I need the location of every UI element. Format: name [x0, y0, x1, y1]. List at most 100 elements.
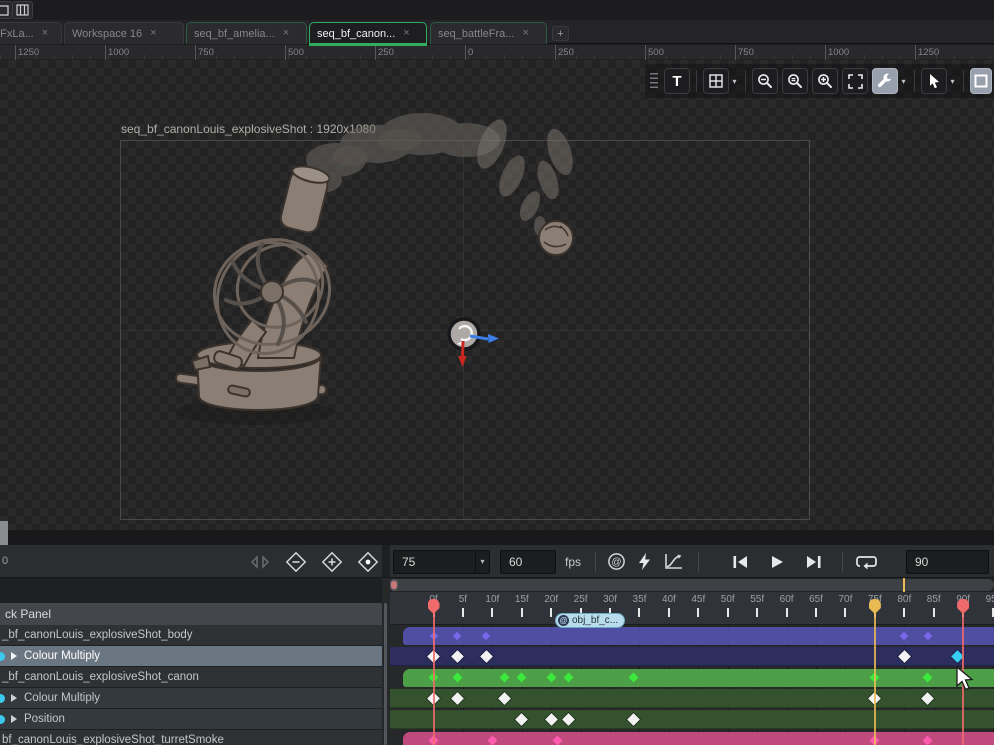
- workspace-layout-button[interactable]: [12, 1, 33, 19]
- panel-resize-handle[interactable]: [0, 521, 8, 545]
- zoom-reset-button[interactable]: [782, 68, 808, 94]
- set-key-icon: [357, 551, 379, 573]
- frame-box-icon: [974, 74, 988, 88]
- range-end-field[interactable]: 90: [906, 550, 989, 574]
- track-row-object[interactable]: _bf_canonLouis_explosiveShot_canon: [0, 667, 382, 688]
- tab-bar: nFxLa... × Workspace 16 × seq_bf_amelia.…: [0, 20, 994, 44]
- projectile-smoke-trail: [471, 115, 578, 236]
- frame-label: 70f: [832, 594, 858, 605]
- loop-button[interactable]: [856, 553, 877, 570]
- frame-label: 10f: [479, 594, 505, 605]
- timeline-scrollbar[interactable]: [390, 578, 994, 592]
- ruler-label: 1000: [108, 47, 129, 58]
- viewport-toolbar: T ▾: [645, 64, 994, 98]
- zoom-in-icon: [817, 73, 833, 89]
- ruler-label: 250: [378, 47, 394, 58]
- fit-view-button[interactable]: [842, 68, 868, 94]
- divider: [963, 70, 964, 92]
- tab-close-icon[interactable]: ×: [403, 28, 409, 39]
- add-tab-button[interactable]: +: [552, 26, 569, 41]
- timeline-track-canon-position[interactable]: [390, 709, 994, 730]
- timeline-track-canon-clip[interactable]: [390, 667, 994, 688]
- object-badge-label: obj_bf_c...: [572, 615, 618, 626]
- viewport-canvas[interactable]: seq_bf_canonLouis_explosiveShot : 1920x1…: [0, 60, 994, 530]
- tab-seq-battlefra[interactable]: seq_battleFra... ×: [430, 22, 547, 44]
- tab-seq-bf-canon[interactable]: seq_bf_canon... ×: [309, 22, 427, 44]
- track-bar-canon-colour-multiply[interactable]: [390, 689, 994, 708]
- track-row-property[interactable]: Colour Multiply: [0, 688, 382, 709]
- skip-to-end-button[interactable]: [806, 555, 822, 569]
- playhead-line[interactable]: [874, 610, 876, 745]
- gizmo-y-axis[interactable]: [463, 341, 464, 357]
- text-tool-button[interactable]: T: [664, 68, 690, 94]
- current-frame-value: 75: [394, 555, 475, 569]
- cursor-icon: [927, 73, 942, 89]
- expander-chevron-icon[interactable]: [11, 715, 17, 723]
- curve-editor-button[interactable]: [664, 553, 683, 570]
- skip-to-start-button[interactable]: [732, 555, 748, 569]
- text-tool-icon: T: [672, 73, 681, 90]
- flash-mode-button[interactable]: [638, 553, 651, 570]
- chevron-down-icon[interactable]: ▾: [948, 68, 957, 94]
- tab-close-icon[interactable]: ×: [150, 28, 156, 39]
- track-bar-canon-clip[interactable]: [403, 669, 994, 687]
- frame-label: 95f: [980, 594, 994, 605]
- frame-label: 45f: [685, 594, 711, 605]
- tab-nfxla[interactable]: nFxLa... ×: [0, 22, 62, 44]
- track-panel: ck Panel _bf_canonLouis_explosiveShot_bo…: [0, 578, 382, 745]
- timeline-panel: 0: [0, 545, 994, 745]
- transform-gizmo[interactable]: [449, 319, 499, 367]
- track-panel-scrollbar[interactable]: [384, 603, 387, 745]
- set-key-button[interactable]: [356, 550, 379, 573]
- chevron-down-icon[interactable]: ▾: [899, 68, 908, 94]
- tab-close-icon[interactable]: ×: [522, 28, 528, 39]
- ruler-tick: [735, 45, 736, 60]
- mouse-cursor: [955, 666, 975, 698]
- tab-seq-bf-amelia[interactable]: seq_bf_amelia... ×: [186, 22, 307, 44]
- zoom-in-button[interactable]: [812, 68, 838, 94]
- lightning-icon: [638, 553, 651, 570]
- ruler-tick: [555, 45, 556, 60]
- frame-tick: [521, 608, 523, 617]
- current-frame-spinbox[interactable]: 75 ▾: [393, 550, 490, 574]
- track-row-object[interactable]: _bf_canonLouis_explosiveShot_body: [0, 625, 382, 646]
- ruler-tick: [645, 45, 646, 60]
- chevron-down-icon[interactable]: ▾: [730, 68, 739, 94]
- timeline-ruler[interactable]: 0f5f10f15f20f25f30f35f40f45f50f55f60f65f…: [390, 592, 994, 625]
- toolbar-grip[interactable]: [650, 73, 658, 89]
- divider: [382, 545, 390, 577]
- frame-tick: [491, 608, 493, 617]
- chevron-down-icon[interactable]: ▾: [475, 551, 489, 573]
- frame-tick: [638, 608, 640, 617]
- range-start-indicator: [391, 581, 397, 589]
- add-key-button[interactable]: [320, 550, 343, 573]
- ruler-tick: [465, 45, 466, 60]
- select-tool-button[interactable]: [921, 68, 947, 94]
- track-row-property[interactable]: Colour Multiply: [0, 646, 382, 667]
- grid-view-button[interactable]: [703, 68, 729, 94]
- wrench-tool-button[interactable]: [872, 68, 898, 94]
- timeline-track-turretsmoke-clip[interactable]: [390, 730, 994, 745]
- jump-between-keys-button[interactable]: [248, 550, 271, 573]
- timeline-track-canon-colour-multiply[interactable]: [390, 688, 994, 709]
- expander-chevron-icon[interactable]: [11, 652, 17, 660]
- frame-label: 5f: [450, 594, 476, 605]
- track-row-property[interactable]: Position: [0, 709, 382, 730]
- zoom-out-button[interactable]: [752, 68, 778, 94]
- track-row-label: _bf_canonLouis_explosiveShot_canon: [2, 671, 199, 683]
- ruler-label: 1250: [918, 47, 939, 58]
- tab-workspace-16[interactable]: Workspace 16 ×: [64, 22, 184, 44]
- frame-select-button[interactable]: [970, 68, 992, 94]
- expander-chevron-icon[interactable]: [11, 694, 17, 702]
- tab-close-icon[interactable]: ×: [42, 28, 48, 39]
- ruler-tick: [825, 45, 826, 60]
- track-row-object[interactable]: bf_canonLouis_explosiveShot_turretSmoke: [0, 730, 382, 745]
- track-bar-canon-position[interactable]: [390, 710, 994, 729]
- fps-field[interactable]: 60: [500, 550, 556, 574]
- play-button[interactable]: [770, 555, 784, 569]
- remove-key-button[interactable]: [284, 550, 307, 573]
- autokey-button[interactable]: @: [607, 552, 626, 571]
- playhead-line[interactable]: [433, 610, 435, 745]
- tab-close-icon[interactable]: ×: [283, 28, 289, 39]
- object-badge[interactable]: @ obj_bf_c...: [555, 613, 625, 628]
